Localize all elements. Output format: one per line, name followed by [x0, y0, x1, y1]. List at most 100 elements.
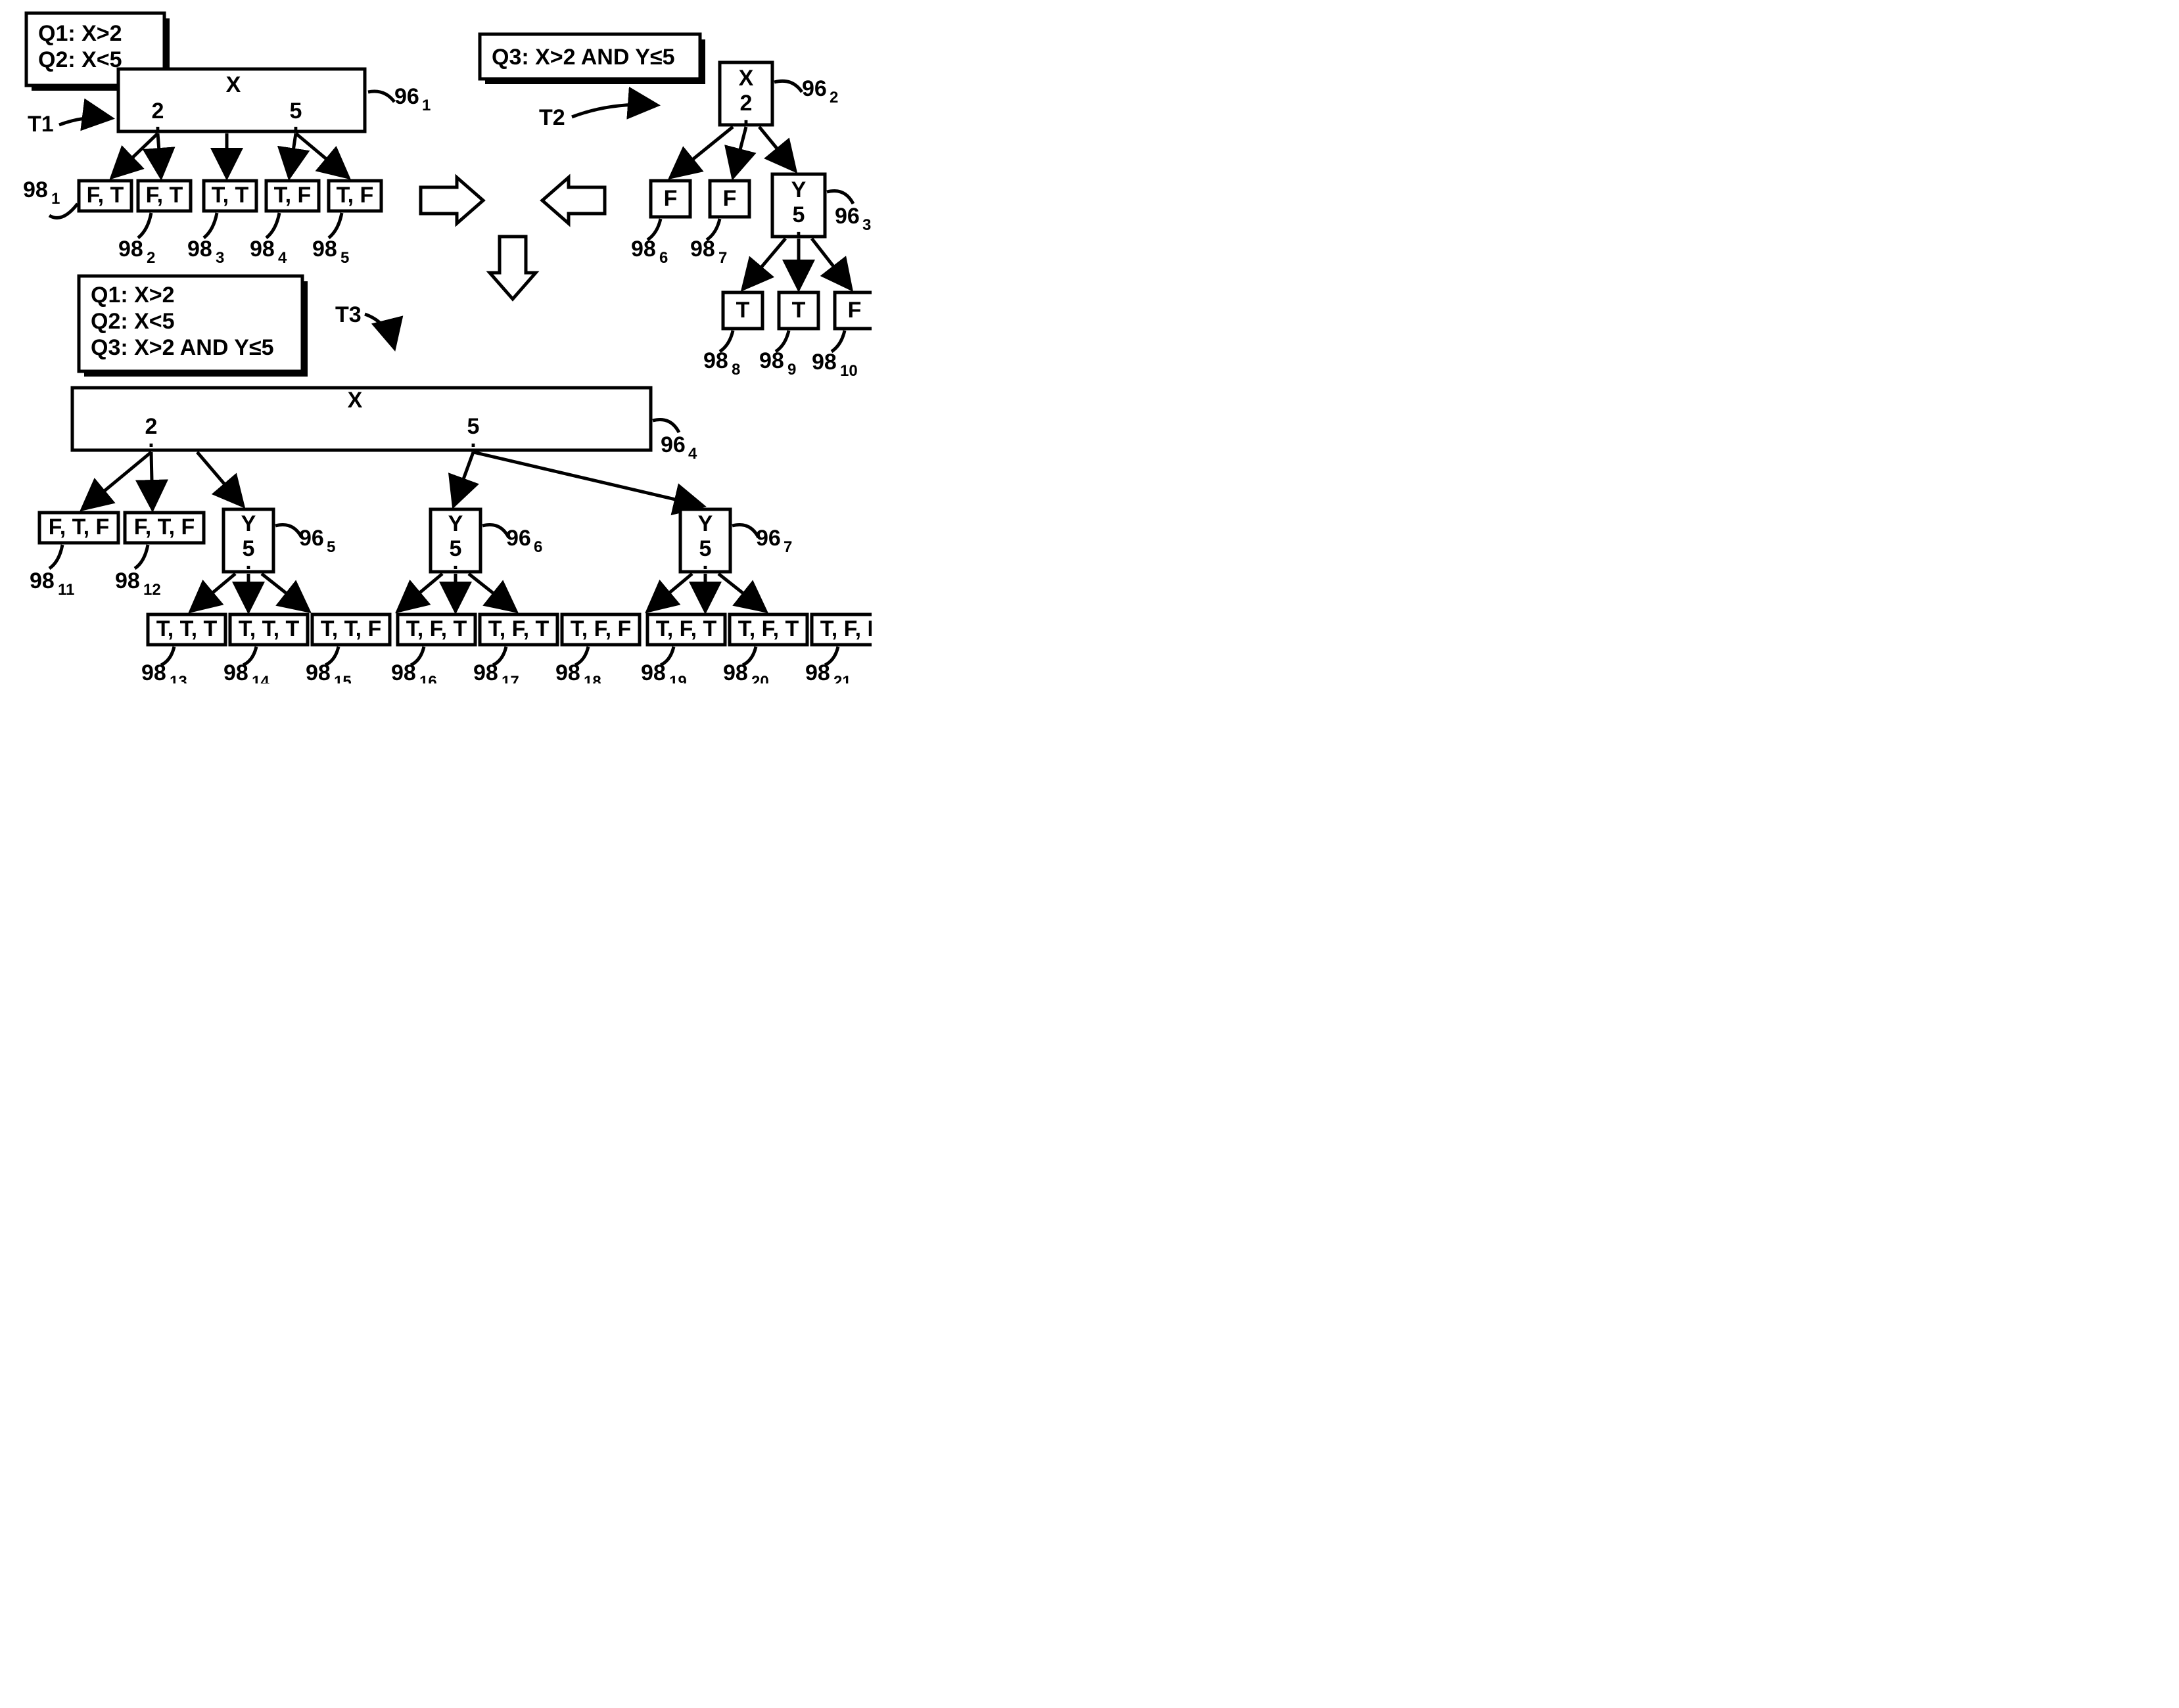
svg-text:.: . [154, 110, 160, 135]
svg-text:T: T [736, 298, 750, 323]
svg-text:96: 96 [299, 526, 324, 551]
svg-text:96: 96 [506, 526, 531, 551]
svg-text:96: 96 [835, 204, 860, 229]
svg-text:98: 98 [703, 348, 728, 373]
svg-text:Q3: X>2 AND Y≤5: Q3: X>2 AND Y≤5 [91, 335, 274, 360]
svg-text:98: 98 [391, 660, 416, 683]
svg-text:4: 4 [688, 445, 697, 463]
svg-text:T, F: T, F [274, 183, 312, 208]
svg-text:7: 7 [718, 249, 727, 267]
svg-text:98: 98 [631, 237, 656, 262]
leaf-98-14: T, T, T 98 14 [223, 614, 308, 683]
leaf-98-7: F 98 7 [690, 181, 749, 267]
ref-96: 96 [394, 84, 419, 109]
leaf-98-8: T 98 8 [703, 292, 762, 379]
t3-arrow [365, 314, 394, 348]
svg-text:.: . [795, 216, 801, 241]
leaf-98-17: T, F, T 98 17 [473, 614, 557, 683]
svg-text:T: T [792, 298, 806, 323]
leaf-98-4: T, F 98 4 [250, 181, 319, 267]
svg-text:X: X [739, 66, 754, 91]
ref-96-sub: 1 [422, 97, 431, 114]
svg-text:T, F, F: T, F, F [571, 616, 632, 641]
svg-text:2: 2 [830, 89, 838, 106]
svg-text:98: 98 [312, 237, 337, 262]
svg-text:.: . [148, 427, 154, 452]
svg-text:17: 17 [502, 673, 519, 683]
leaf-98-10: F 98 10 [812, 292, 872, 380]
q3-text: Q3: X>2 AND Y≤5 [492, 45, 675, 70]
svg-text:98: 98 [30, 568, 55, 593]
y-node-96-5: Y 5 . [223, 509, 273, 574]
svg-text:20: 20 [751, 673, 769, 683]
leaf-98-6: F 98 6 [631, 181, 690, 267]
y-node-96-7: Y 5 . [680, 509, 730, 574]
query-box-t2: Q3: X>2 AND Y≤5 [480, 34, 705, 84]
svg-text:3: 3 [862, 216, 871, 234]
svg-text:98: 98 [223, 660, 248, 683]
svg-text:12: 12 [143, 581, 161, 599]
svg-text:F, T: F, T [87, 183, 124, 208]
svg-text:.: . [470, 427, 476, 452]
svg-text:F, T: F, T [146, 183, 183, 208]
leaf-98-5: T, F 98 5 [312, 181, 381, 267]
svg-text:.: . [452, 549, 458, 574]
svg-text:98: 98 [805, 660, 830, 683]
svg-text:F, T, F: F, T, F [49, 515, 110, 540]
svg-text:1: 1 [51, 190, 60, 208]
svg-text:4: 4 [278, 249, 287, 267]
svg-text:98: 98 [187, 237, 212, 262]
svg-text:X: X [348, 388, 363, 413]
svg-text:16: 16 [419, 673, 437, 683]
svg-text:F: F [723, 186, 737, 211]
svg-text:T, F, T: T, F, T [406, 616, 467, 641]
arrow-down-icon [490, 237, 536, 299]
svg-text:8: 8 [732, 361, 740, 379]
svg-text:98: 98 [115, 568, 140, 593]
arrow-right-icon [421, 177, 483, 223]
svg-text:14: 14 [252, 673, 269, 683]
svg-text:96: 96 [661, 432, 686, 457]
svg-text:98: 98 [723, 660, 748, 683]
svg-text:9: 9 [787, 361, 796, 379]
svg-text:6: 6 [659, 249, 668, 267]
diagram-canvas: Q1: X>2 Q2: X<5 T1 X 2 . 5 . 96 1 F, T 9… [0, 0, 872, 683]
svg-text:7: 7 [784, 538, 792, 556]
svg-text:6: 6 [534, 538, 542, 556]
svg-text:3: 3 [216, 249, 224, 267]
leaf-98-9: T 98 9 [759, 292, 818, 379]
svg-text:10: 10 [840, 362, 858, 380]
svg-text:96: 96 [802, 76, 827, 101]
svg-text:X: X [226, 72, 241, 97]
svg-text:T, T, F: T, T, F [321, 616, 382, 641]
svg-text:Y: Y [791, 177, 807, 202]
svg-text:T, T, T: T, T, T [239, 616, 300, 641]
svg-text:T, T: T, T [212, 183, 249, 208]
t2-label: T2 [539, 105, 565, 130]
svg-text:5: 5 [340, 249, 349, 267]
svg-text:Y: Y [448, 511, 463, 536]
svg-text:F: F [664, 186, 678, 211]
svg-text:96: 96 [756, 526, 781, 551]
svg-text:21: 21 [833, 673, 851, 683]
ref-leader-96-1 [368, 91, 394, 102]
svg-text:T, F, T: T, F, T [738, 616, 799, 641]
svg-text:19: 19 [669, 673, 687, 683]
leaf-98-3: T, T 98 3 [187, 181, 256, 267]
svg-text:98: 98 [250, 237, 275, 262]
svg-text:98: 98 [306, 660, 331, 683]
svg-text:.: . [245, 549, 251, 574]
leaf-98-1: F, T 98 1 [23, 177, 131, 218]
svg-text:F, T, F: F, T, F [134, 515, 195, 540]
leaf-98-21: T, F, F 98 21 [805, 614, 872, 683]
svg-text:98: 98 [690, 237, 715, 262]
root-node-96-1: X 2 . 5 . [118, 69, 365, 135]
leaf-98-16: T, F, T 98 16 [391, 614, 475, 683]
svg-text:15: 15 [334, 673, 352, 683]
svg-text:2: 2 [147, 249, 155, 267]
svg-text:T, F, F: T, F, F [820, 616, 872, 641]
svg-text:5: 5 [327, 538, 335, 556]
svg-text:98: 98 [641, 660, 666, 683]
svg-text:T, F: T, F [337, 183, 374, 208]
svg-text:11: 11 [58, 581, 74, 599]
